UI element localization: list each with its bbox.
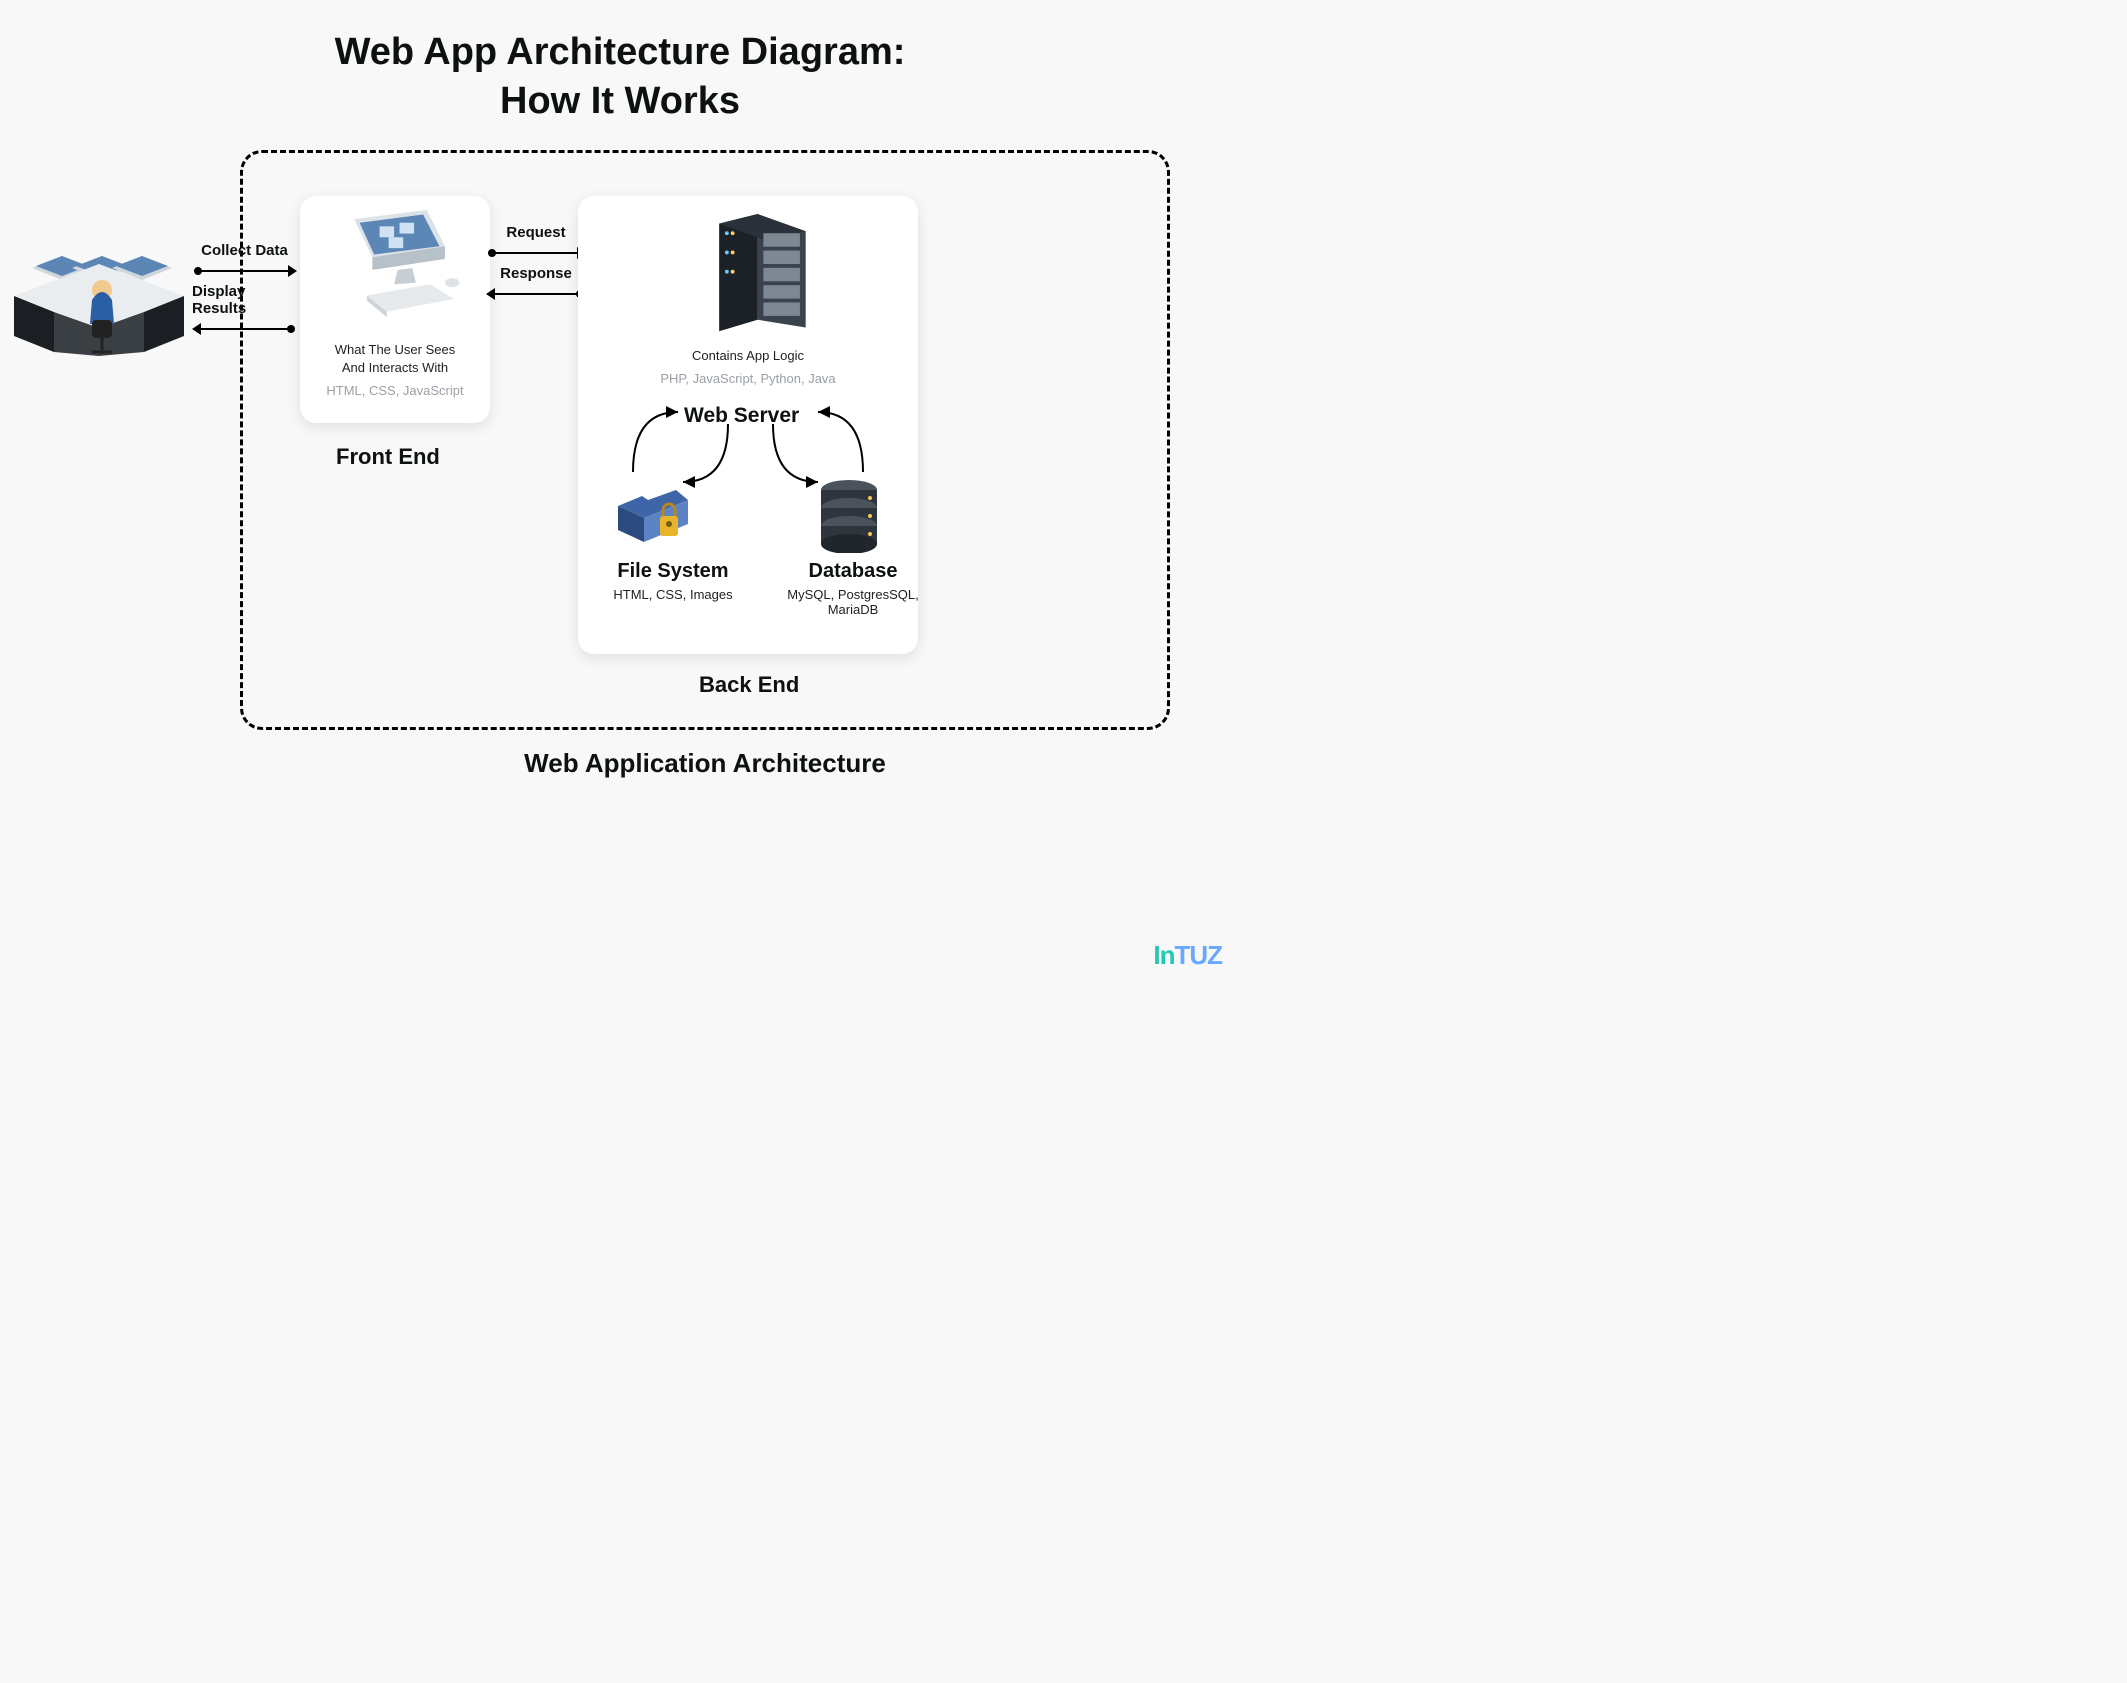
backend-server-tech: PHP, JavaScript, Python, Java: [588, 371, 908, 386]
filesystem-node: File System HTML, CSS, Images: [588, 560, 758, 602]
frontend-desc: What The User Sees And Interacts With: [310, 341, 480, 377]
arrow-right-icon: [486, 245, 586, 261]
server-rack-icon: [648, 214, 848, 339]
desktop-computer-icon: [310, 210, 480, 328]
database-node: Database MySQL, PostgresSQL, MariaDB: [778, 560, 928, 617]
arrow-left-icon: [192, 321, 297, 337]
folder-lock-icon: [614, 482, 694, 552]
backend-server-desc: Contains App Logic: [588, 347, 908, 365]
title-line-1: Web App Architecture Diagram:: [0, 28, 1240, 77]
request-label: Request: [506, 224, 565, 241]
display-results-label: Display Results: [192, 283, 297, 317]
architecture-boundary-label: Web Application Architecture: [524, 748, 886, 779]
database-title: Database: [778, 560, 928, 583]
frontend-title: Front End: [336, 444, 440, 470]
frontend-backend-connection: Request Response: [486, 224, 586, 302]
frontend-tech: HTML, CSS, JavaScript: [310, 383, 480, 398]
user-actor-icon: [14, 216, 184, 356]
collect-data-label: Collect Data: [201, 242, 288, 259]
actor-frontend-connection: Collect Data Display Results: [192, 242, 297, 337]
backend-title: Back End: [699, 672, 799, 698]
arrow-left-icon: [486, 286, 586, 302]
database-icon: [814, 478, 884, 553]
arrow-right-icon: [192, 263, 297, 279]
response-label: Response: [500, 265, 572, 282]
filesystem-tech: HTML, CSS, Images: [588, 587, 758, 602]
filesystem-title: File System: [588, 560, 758, 583]
brand-logo: InTUZ: [1153, 940, 1222, 971]
database-tech: MySQL, PostgresSQL, MariaDB: [778, 587, 928, 617]
diagram-title: Web App Architecture Diagram: How It Wor…: [0, 0, 1240, 127]
webserver-label: Web Server: [684, 404, 799, 428]
frontend-panel: What The User Sees And Interacts With HT…: [300, 196, 490, 423]
title-line-2: How It Works: [0, 77, 1240, 126]
